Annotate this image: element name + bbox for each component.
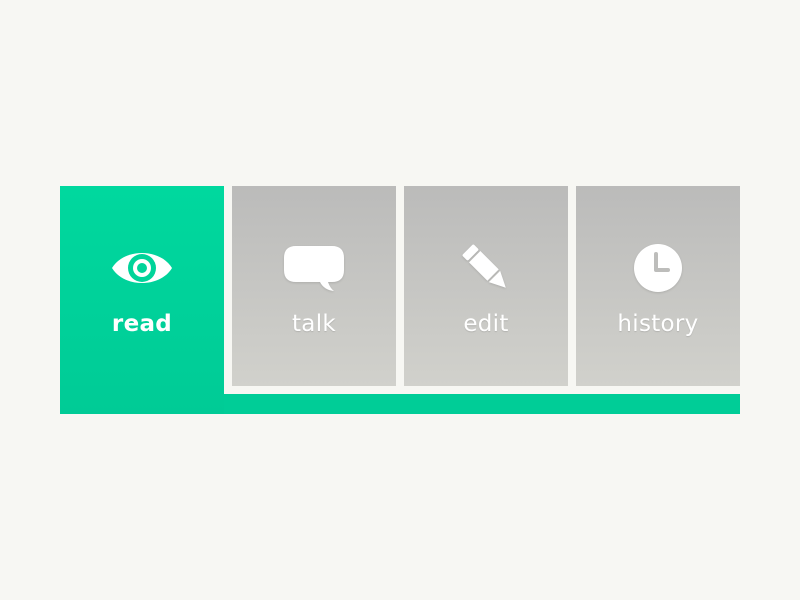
tab-history-label: history — [617, 311, 699, 337]
tab-talk-label: talk — [291, 311, 337, 337]
speech-bubble-icon — [282, 242, 346, 294]
eye-icon — [110, 242, 174, 294]
tab-edit-label: edit — [463, 311, 509, 337]
tab-read-label: read — [111, 311, 173, 337]
tab-read[interactable]: read — [60, 186, 224, 414]
tab-talk[interactable]: talk — [232, 186, 396, 386]
tab-bar: read talk edit history — [60, 186, 740, 414]
tab-edit[interactable]: edit — [404, 186, 568, 386]
tab-history[interactable]: history — [576, 186, 740, 386]
pencil-icon — [454, 242, 518, 294]
clock-icon — [626, 242, 690, 294]
